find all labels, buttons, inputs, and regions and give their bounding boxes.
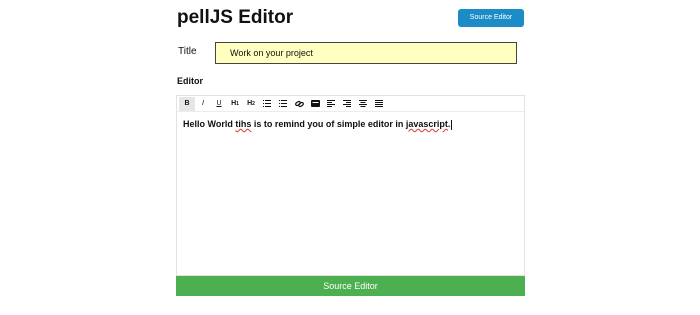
text-caret bbox=[451, 119, 453, 130]
page: pellJS Editor Source Editor Title Work o… bbox=[0, 0, 700, 315]
italic-button[interactable]: I bbox=[195, 97, 211, 111]
heading1-sub: 1 bbox=[236, 100, 239, 107]
link-icon bbox=[294, 100, 304, 107]
unordered-list-button[interactable] bbox=[275, 97, 291, 111]
ordered-list-button[interactable] bbox=[259, 97, 275, 111]
align-right-button[interactable] bbox=[339, 97, 355, 111]
bold-button-label: B bbox=[184, 100, 190, 107]
editor-text-part: Hello World bbox=[183, 119, 236, 129]
source-editor-button-bottom[interactable]: Source Editor bbox=[176, 276, 525, 296]
align-center-button[interactable] bbox=[355, 97, 371, 111]
source-editor-button-top[interactable]: Source Editor bbox=[458, 9, 524, 27]
link-button[interactable] bbox=[291, 97, 307, 111]
editor-label: Editor bbox=[177, 76, 203, 86]
align-right-icon bbox=[343, 100, 351, 107]
align-center-icon bbox=[359, 100, 367, 107]
editor-text-part: is to remind you of simple editor in bbox=[251, 119, 406, 129]
misspelled-word: javascript bbox=[405, 119, 448, 129]
editor-text-part: . bbox=[447, 119, 451, 129]
heading2-button[interactable]: H2 bbox=[243, 97, 259, 111]
justify-button[interactable] bbox=[371, 97, 387, 111]
editor-content-area[interactable]: Hello World tihs is to remind you of sim… bbox=[177, 112, 524, 136]
misspelled-word: tihs bbox=[235, 119, 252, 129]
page-title: pellJS Editor bbox=[177, 7, 294, 28]
align-left-button[interactable] bbox=[323, 97, 339, 111]
justify-icon bbox=[375, 100, 383, 107]
title-input[interactable]: Work on your project bbox=[215, 42, 517, 64]
underline-button[interactable]: U bbox=[211, 97, 227, 111]
rich-text-editor: B I U H1 H2 Hello World tihs is to remin… bbox=[176, 95, 525, 276]
image-button[interactable] bbox=[307, 97, 323, 111]
underline-button-label: U bbox=[216, 100, 222, 107]
image-icon bbox=[310, 100, 320, 107]
ordered-list-icon bbox=[263, 100, 271, 107]
italic-button-label: I bbox=[202, 100, 204, 107]
unordered-list-icon bbox=[279, 100, 287, 107]
title-input-value: Work on your project bbox=[230, 48, 313, 58]
editor-toolbar: B I U H1 H2 bbox=[177, 96, 524, 112]
bold-button[interactable]: B bbox=[179, 96, 195, 111]
title-label: Title bbox=[178, 46, 197, 57]
align-left-icon bbox=[327, 100, 335, 107]
heading1-button[interactable]: H1 bbox=[227, 97, 243, 111]
heading2-sub: 2 bbox=[252, 100, 255, 107]
